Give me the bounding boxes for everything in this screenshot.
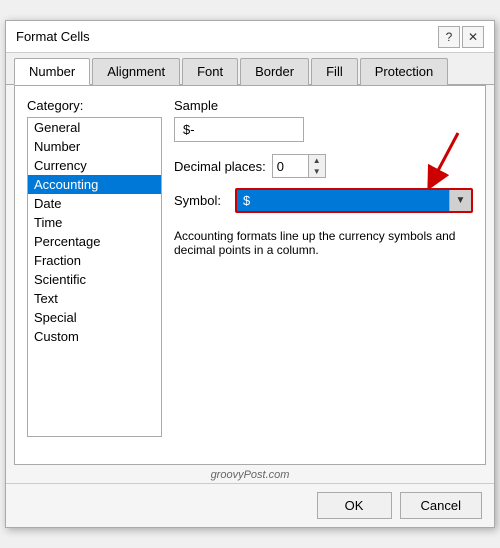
category-item-currency[interactable]: Currency <box>28 156 161 175</box>
spin-buttons: ▲ ▼ <box>308 155 325 177</box>
tab-border[interactable]: Border <box>240 58 309 85</box>
category-list[interactable]: GeneralNumberCurrencyAccountingDateTimeP… <box>27 117 162 437</box>
category-item-fraction[interactable]: Fraction <box>28 251 161 270</box>
tab-alignment[interactable]: Alignment <box>92 58 180 85</box>
tab-number[interactable]: Number <box>14 58 90 85</box>
category-item-percentage[interactable]: Percentage <box>28 232 161 251</box>
category-label: Category: <box>27 98 162 113</box>
category-item-time[interactable]: Time <box>28 213 161 232</box>
right-panel: Sample $- Decimal places: ▲ ▼ <box>174 98 473 437</box>
tab-protection[interactable]: Protection <box>360 58 449 85</box>
watermark: groovyPost.com <box>6 465 494 483</box>
symbol-select[interactable]: $None$ English (US)£ English (UK)€ Euro¥… <box>237 190 471 211</box>
category-item-scientific[interactable]: Scientific <box>28 270 161 289</box>
format-cells-dialog: Format Cells ? ✕ NumberAlignmentFontBord… <box>5 20 495 528</box>
close-button[interactable]: ✕ <box>462 26 484 48</box>
description-text: Accounting formats line up the currency … <box>174 229 455 257</box>
dialog-title: Format Cells <box>16 29 90 44</box>
decimal-up-button[interactable]: ▲ <box>309 155 325 166</box>
tab-fill[interactable]: Fill <box>311 58 358 85</box>
help-button[interactable]: ? <box>438 26 460 48</box>
category-item-general[interactable]: General <box>28 118 161 137</box>
category-item-text[interactable]: Text <box>28 289 161 308</box>
decimal-row: Decimal places: ▲ ▼ <box>174 154 473 178</box>
tab-font[interactable]: Font <box>182 58 238 85</box>
category-section: Category: GeneralNumberCurrencyAccountin… <box>27 98 162 437</box>
sample-label: Sample <box>174 98 473 113</box>
sample-section: Sample $- <box>174 98 473 142</box>
category-item-custom[interactable]: Custom <box>28 327 161 346</box>
title-bar: Format Cells ? ✕ <box>6 21 494 53</box>
title-bar-buttons: ? ✕ <box>438 26 484 48</box>
cancel-button[interactable]: Cancel <box>400 492 482 519</box>
category-item-special[interactable]: Special <box>28 308 161 327</box>
decimal-input[interactable] <box>273 157 308 176</box>
decimal-input-wrapper: ▲ ▼ <box>272 154 326 178</box>
decimal-down-button[interactable]: ▼ <box>309 166 325 177</box>
symbol-label: Symbol: <box>174 193 229 208</box>
symbol-select-wrapper: $None$ English (US)£ English (UK)€ Euro¥… <box>235 188 473 213</box>
description-area: Accounting formats line up the currency … <box>174 223 473 263</box>
ok-button[interactable]: OK <box>317 492 392 519</box>
sample-value: $- <box>174 117 304 142</box>
category-item-accounting[interactable]: Accounting <box>28 175 161 194</box>
main-content: Category: GeneralNumberCurrencyAccountin… <box>14 85 486 465</box>
category-item-date[interactable]: Date <box>28 194 161 213</box>
footer: OK Cancel <box>6 483 494 527</box>
decimal-label: Decimal places: <box>174 159 266 174</box>
content-inner: Category: GeneralNumberCurrencyAccountin… <box>27 98 473 437</box>
symbol-row: Symbol: $None$ English (US)£ English (UK… <box>174 188 473 213</box>
category-item-number[interactable]: Number <box>28 137 161 156</box>
tab-bar: NumberAlignmentFontBorderFillProtection <box>6 53 494 85</box>
